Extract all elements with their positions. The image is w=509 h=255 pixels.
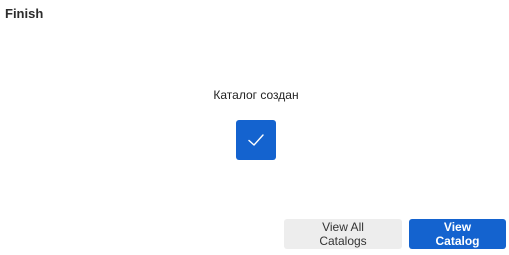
- checkmark-icon: [248, 134, 264, 146]
- view-all-catalogs-button[interactable]: View All Catalogs: [284, 219, 402, 249]
- success-message: Каталог создан: [213, 88, 299, 102]
- page-title: Finish: [5, 6, 44, 21]
- view-catalog-button[interactable]: View Catalog: [409, 219, 506, 249]
- finish-step-page: Finish Каталог создан View All Catalogs …: [0, 0, 509, 255]
- action-bar: View All Catalogs View Catalog: [284, 219, 506, 249]
- success-badge: [236, 120, 276, 160]
